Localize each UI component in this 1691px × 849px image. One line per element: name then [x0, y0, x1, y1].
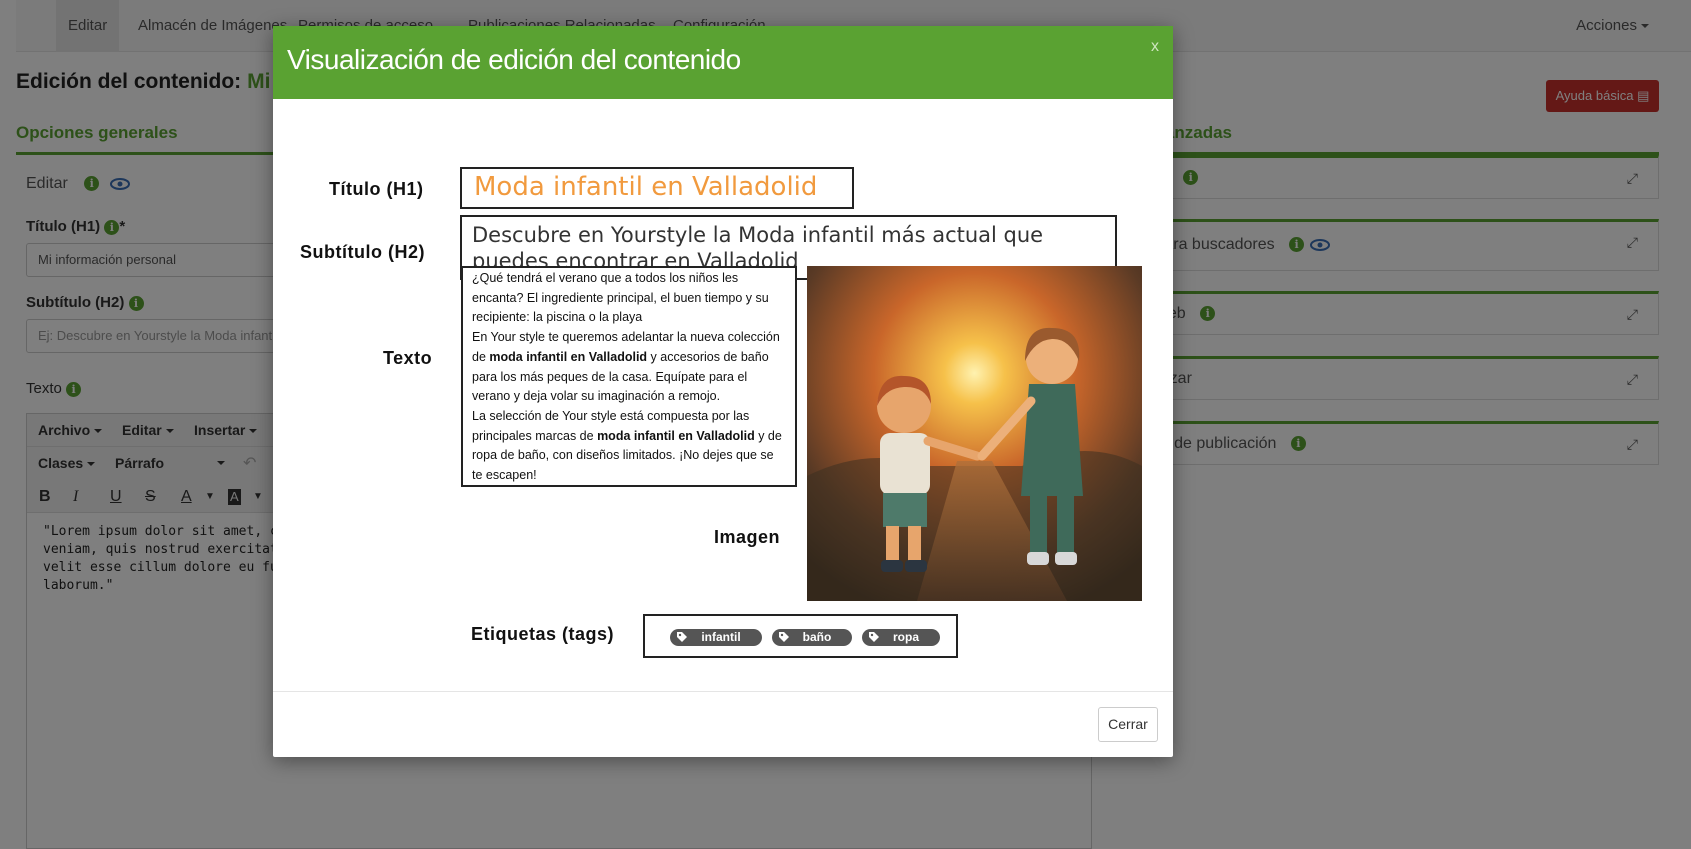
tag-pill: infantil [670, 629, 762, 646]
text-preview-box: ¿Qué tendrá el verano que a todos los ni… [461, 266, 797, 487]
preview-photo [807, 266, 1142, 601]
modal-footer: Cerrar [273, 691, 1173, 757]
text-bold-keyword: moda infantil en Valladolid [597, 428, 755, 443]
image-preview-label: Imagen [714, 527, 781, 547]
text-preview-content: ¿Qué tendrá el verano que a todos los ni… [463, 268, 795, 487]
text-paragraph: ¿Qué tendrá el verano que a todos los ni… [472, 271, 769, 325]
tag-pill: baño [772, 629, 852, 646]
tag-pill: ropa [862, 629, 940, 646]
tags-preview-box: infantil baño ropa [643, 614, 958, 658]
close-button[interactable]: Cerrar [1098, 707, 1158, 742]
text-paragraph: En Your style te queremos adelantar la n… [472, 328, 786, 407]
tags-preview-label: Etiquetas (tags) [471, 624, 615, 644]
h1-preview-box: Moda infantil en Valladolid [460, 167, 854, 209]
modal-header: Visualización de edición del contenido x [273, 26, 1173, 99]
content-preview: Título (H1) Moda infantil en Valladolid … [273, 99, 1173, 691]
text-paragraph: La selección de Your style está compuest… [472, 407, 786, 486]
tag-label: baño [802, 630, 832, 644]
modal-title: Visualización de edición del contenido [287, 44, 741, 75]
h2-preview-label: Subtítulo (H2) [300, 242, 425, 262]
tag-label: infantil [701, 630, 741, 644]
preview-modal: Visualización de edición del contenido x… [273, 26, 1173, 757]
text-preview-label: Texto [383, 348, 433, 368]
tag-label: ropa [892, 630, 919, 644]
h1-preview-label: Título (H1) [329, 179, 424, 199]
close-icon[interactable]: x [1151, 38, 1159, 56]
h1-preview-text: Moda infantil en Valladolid [474, 172, 818, 202]
text-bold-keyword: moda infantil en Valladolid [489, 349, 648, 364]
